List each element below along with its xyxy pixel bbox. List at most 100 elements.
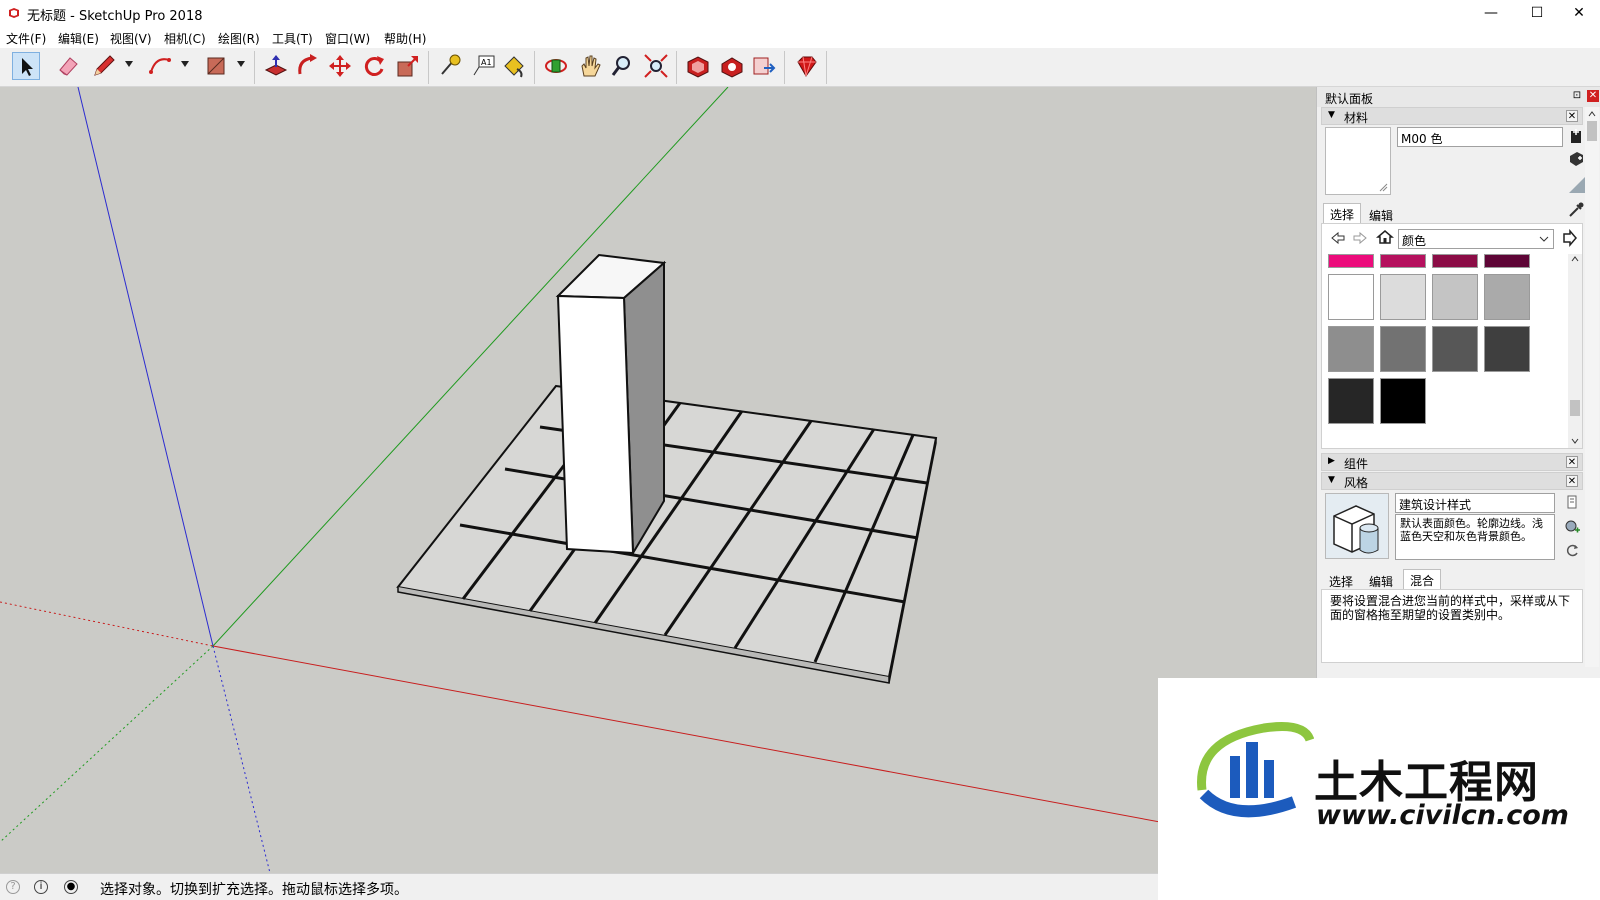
materials-tab-edit[interactable]: 编辑 xyxy=(1363,205,1399,225)
materials-tab-select[interactable]: 选择 xyxy=(1323,203,1362,223)
chevron-down-icon[interactable] xyxy=(180,60,190,68)
style-description[interactable]: 默认表面颜色。轮廓边线。浅蓝色天空和灰色背景颜色。 xyxy=(1395,514,1555,560)
collapse-arrow-icon[interactable]: ▼ xyxy=(1328,110,1335,120)
menu-view[interactable]: 视图(V) xyxy=(110,30,152,47)
home-icon[interactable] xyxy=(1376,228,1394,246)
scrollbar-thumb[interactable] xyxy=(1587,121,1597,141)
color-swatch[interactable] xyxy=(1484,274,1530,320)
styles-tab-edit[interactable]: 编辑 xyxy=(1363,571,1399,591)
info-icon[interactable]: i xyxy=(34,880,48,894)
close-icon[interactable]: ✕ xyxy=(1566,456,1578,468)
site-watermark: 土木工程网 www.civilcn.com xyxy=(1158,678,1600,900)
geo-location-icon[interactable]: ? xyxy=(6,880,20,894)
details-arrow-icon[interactable] xyxy=(1560,229,1578,247)
back-arrow-icon[interactable] xyxy=(1330,230,1346,246)
create-material-icon[interactable] xyxy=(1567,149,1585,167)
push-pull-icon[interactable] xyxy=(262,52,290,80)
minimize-button[interactable]: — xyxy=(1468,0,1514,26)
menu-draw[interactable]: 绘图(R) xyxy=(218,30,260,47)
rotate-icon[interactable] xyxy=(360,52,388,80)
sketchup-logo-icon xyxy=(9,8,19,18)
color-swatch[interactable] xyxy=(1432,326,1478,372)
ruby-extension-icon[interactable] xyxy=(792,52,820,80)
color-swatch[interactable] xyxy=(1380,326,1426,372)
eraser-icon[interactable] xyxy=(54,52,82,80)
mix-panel: 要将设置混合进您当前的样式中，采样或从下面的窗格拖至期望的设置类别中。 xyxy=(1321,589,1583,663)
scroll-up-icon[interactable] xyxy=(1588,111,1596,117)
pencil-line-icon[interactable] xyxy=(90,52,118,80)
material-category-select[interactable]: 颜色 xyxy=(1398,229,1554,249)
color-swatch[interactable] xyxy=(1380,274,1426,320)
color-swatch[interactable] xyxy=(1484,254,1530,268)
style-thumbnail xyxy=(1325,493,1389,559)
menu-window[interactable]: 窗口(W) xyxy=(325,30,370,47)
rectangle-icon[interactable] xyxy=(202,52,230,80)
orbit-icon[interactable] xyxy=(542,52,570,80)
pan-hand-icon[interactable] xyxy=(576,52,604,80)
paint-bucket-icon[interactable] xyxy=(500,52,528,80)
chevron-down-icon[interactable] xyxy=(236,60,246,68)
maximize-button[interactable]: ☐ xyxy=(1514,0,1560,26)
materials-section-header[interactable]: ▼ 材料 ✕ xyxy=(1321,107,1583,125)
menu-help[interactable]: 帮助(H) xyxy=(384,30,426,47)
color-swatch[interactable] xyxy=(1380,378,1426,424)
color-swatch[interactable] xyxy=(1380,254,1426,268)
blue-axis-negative xyxy=(212,645,271,873)
extension-warehouse-icon[interactable] xyxy=(718,52,746,80)
zoom-extents-icon[interactable] xyxy=(642,52,670,80)
3d-warehouse-icon[interactable] xyxy=(684,52,712,80)
tray-scrollbar[interactable] xyxy=(1585,107,1599,667)
menu-file[interactable]: 文件(F) xyxy=(6,30,46,47)
chevron-down-icon[interactable] xyxy=(124,60,134,68)
swatch-scrollbar[interactable] xyxy=(1568,254,1582,448)
scale-icon[interactable] xyxy=(394,52,422,80)
color-swatch[interactable] xyxy=(1328,274,1374,320)
text-label-icon[interactable]: A1 xyxy=(470,52,498,80)
styles-tab-mix[interactable]: 混合 xyxy=(1403,569,1442,589)
style-name-field[interactable]: 建筑设计样式 xyxy=(1395,493,1555,513)
scroll-up-icon[interactable] xyxy=(1571,256,1579,262)
scroll-down-icon[interactable] xyxy=(1571,438,1579,444)
move-icon[interactable] xyxy=(326,52,354,80)
styles-section-header[interactable]: ▼ 风格 ✕ xyxy=(1321,472,1583,490)
save-style-icon[interactable] xyxy=(1563,493,1581,511)
collapse-arrow-icon[interactable]: ▼ xyxy=(1328,475,1335,485)
tape-measure-icon[interactable] xyxy=(436,52,464,80)
arc-icon[interactable] xyxy=(146,52,174,80)
drawing-viewport[interactable] xyxy=(0,87,1316,873)
forward-arrow-icon[interactable] xyxy=(1352,230,1368,246)
zoom-icon[interactable] xyxy=(608,52,636,80)
scrollbar-thumb[interactable] xyxy=(1570,400,1580,416)
components-section-header[interactable]: ▶ 组件 ✕ xyxy=(1321,453,1583,471)
color-swatch[interactable] xyxy=(1484,326,1530,372)
red-axis xyxy=(212,645,1161,823)
color-swatch[interactable] xyxy=(1328,254,1374,268)
material-name-field[interactable]: M00 色 xyxy=(1397,127,1563,147)
menu-tools[interactable]: 工具(T) xyxy=(272,30,313,47)
color-swatch[interactable] xyxy=(1328,326,1374,372)
layout-send-icon[interactable] xyxy=(750,52,778,80)
create-style-icon[interactable] xyxy=(1563,517,1581,535)
styles-tab-select[interactable]: 选择 xyxy=(1323,571,1359,591)
select-arrow-icon[interactable] xyxy=(12,52,40,80)
follow-me-icon[interactable] xyxy=(294,52,322,80)
eyedropper-icon[interactable] xyxy=(1567,201,1585,219)
tiled-floor-slab[interactable] xyxy=(396,384,938,684)
default-material-icon[interactable] xyxy=(1567,127,1585,145)
color-swatch[interactable] xyxy=(1432,274,1478,320)
pin-icon[interactable]: ⊡ xyxy=(1571,90,1583,102)
tray-close-button[interactable]: ✕ xyxy=(1587,90,1599,102)
menu-edit[interactable]: 编辑(E) xyxy=(58,30,99,47)
status-message: 选择对象。切换到扩充选择。拖动鼠标选择多项。 xyxy=(100,882,408,898)
update-style-icon[interactable] xyxy=(1563,541,1581,559)
menu-camera[interactable]: 相机(C) xyxy=(164,30,206,47)
close-button[interactable]: ✕ xyxy=(1556,0,1600,26)
close-icon[interactable]: ✕ xyxy=(1566,110,1578,122)
expand-arrow-icon[interactable]: ▶ xyxy=(1328,456,1335,466)
color-swatch[interactable] xyxy=(1328,378,1374,424)
chevron-down-icon[interactable] xyxy=(1539,236,1549,243)
user-account-icon[interactable]: ● xyxy=(64,880,78,894)
color-swatch[interactable] xyxy=(1432,254,1478,268)
extruded-box[interactable] xyxy=(555,253,667,557)
close-icon[interactable]: ✕ xyxy=(1566,475,1578,487)
